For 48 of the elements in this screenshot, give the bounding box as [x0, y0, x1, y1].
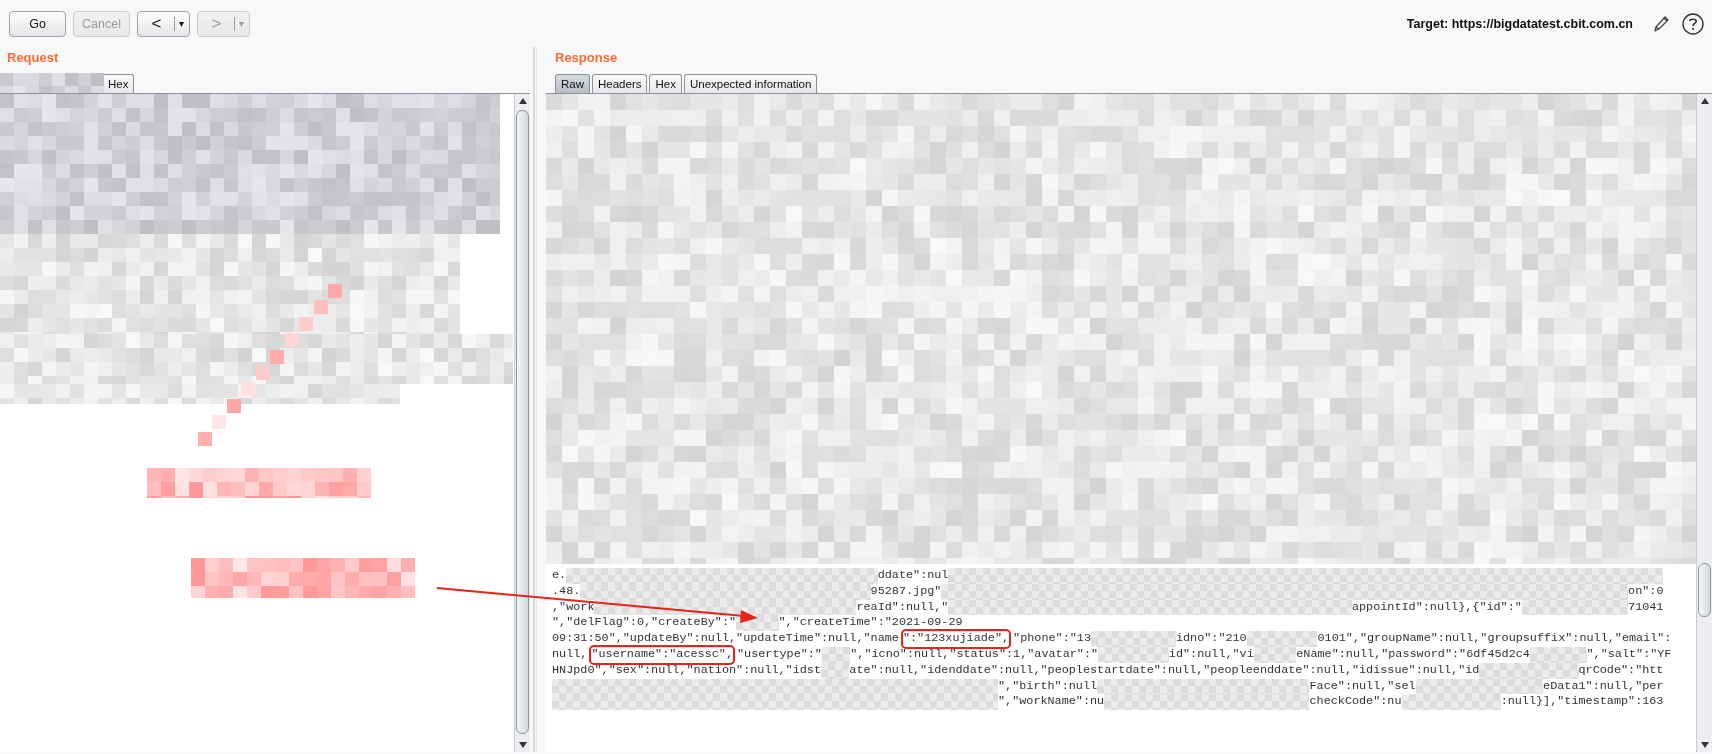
code-text: e.	[552, 568, 567, 584]
code-text: "usertype":"	[737, 647, 822, 663]
code-text: ","birth":null	[998, 678, 1098, 695]
code-text: ":"123xujiade",	[902, 631, 1010, 647]
code-text: 09:31:50","updateBy":null,"updateTime":null,"name	[552, 631, 899, 647]
code-text: HNJpd0","sex":null,"nation":null,"idst	[552, 662, 821, 679]
code-text: ","delFlag":0,"createBy":"	[552, 615, 737, 632]
panel-title: Request	[6, 49, 59, 67]
code-text: ","icno":null,"status":1,"avatar":"	[850, 647, 1099, 663]
tab[interactable]: Headers	[592, 74, 648, 93]
code-text: qrCode":"htt	[1578, 662, 1664, 679]
code-text: eData1":null,"per	[1543, 678, 1664, 695]
go-button[interactable]: Go	[9, 10, 66, 37]
scrollbar[interactable]	[1696, 94, 1712, 752]
code-text: Face":null,"sel	[1309, 678, 1416, 695]
back-button[interactable]: < ▾	[137, 10, 190, 37]
code-text: "username":"acessc",	[591, 647, 733, 663]
scrollbar-thumb[interactable]	[1698, 563, 1711, 617]
code-text: appointId":null},{"id":"	[1351, 599, 1522, 616]
target-label: Target: https://bigdatatest.cbit.com.cn	[1406, 16, 1633, 31]
code-text: "phone":"13	[1013, 631, 1091, 647]
tab[interactable]: Hex	[102, 74, 135, 93]
code-text: ","createTime":"2021-09-29	[778, 615, 963, 632]
code-text: ddate":nul	[877, 568, 949, 584]
scrollbar-thumb[interactable]	[516, 110, 529, 734]
code-text: 0101","groupName":null,"groupsuffix":null,"email":	[1317, 631, 1672, 647]
code-text: ate":null,"idenddate":null,"peoplestartdate":null,"peopleenddate":null,"idissue":null,"id	[849, 662, 1480, 679]
code-text: idno":"210	[1175, 631, 1247, 647]
code-text: reaId":null,"	[856, 599, 949, 616]
code-text: :null}],"timestamp":163	[1500, 694, 1664, 711]
scrollbar[interactable]	[514, 94, 530, 752]
panel-title: Response	[554, 49, 618, 67]
code-text: .48.	[552, 583, 581, 600]
code-text: checkCode":nu	[1309, 694, 1402, 711]
code-text: ","salt":"YF	[1586, 647, 1672, 663]
code-text: ","workName":nu	[998, 694, 1105, 711]
code-text: null,	[552, 647, 588, 663]
help-icon[interactable]	[1682, 12, 1704, 35]
code-text: id":null,"vi	[1168, 647, 1254, 663]
tab[interactable]: Unexpected information	[683, 74, 818, 93]
tab[interactable]: Hex	[649, 74, 682, 93]
code-text: 95287.jpg"	[870, 583, 942, 600]
pixelated-patch	[821, 647, 851, 663]
code-text: on":0	[1628, 583, 1664, 600]
code-text: eName":null,"password":"6df45d2c4	[1296, 647, 1530, 663]
code-text: 71041	[1628, 599, 1664, 616]
code-text: ,"work	[552, 599, 595, 616]
tab[interactable]: Raw	[555, 74, 590, 93]
